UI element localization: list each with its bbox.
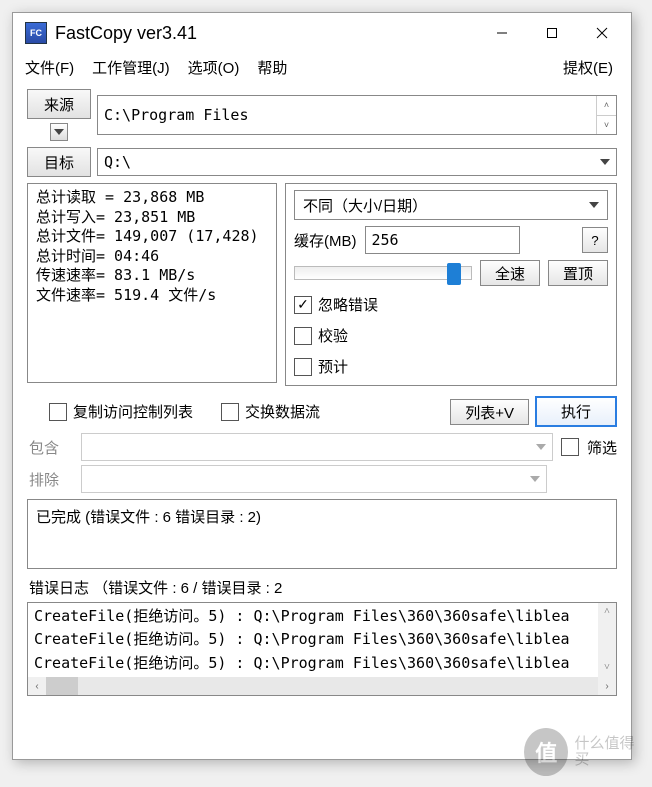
source-button[interactable]: 来源 [27, 89, 91, 119]
app-window: FC FastCopy ver3.41 文件(F) 工作管理(J) 选项(O) … [12, 12, 632, 760]
chevron-down-icon[interactable]: ˅ [596, 116, 616, 135]
ads-label: 交换数据流 [245, 401, 320, 422]
content-area: 来源 ˄˅ 目标 Q:\ 总计读取 = 23,868 MB 总计写入= 23,8… [13, 83, 631, 706]
topmost-button[interactable]: 置顶 [548, 260, 608, 286]
dest-value: Q:\ [104, 153, 131, 171]
stats-panel: 总计读取 = 23,868 MB 总计写入= 23,851 MB 总计文件= 1… [27, 183, 277, 383]
listv-button[interactable]: 列表+V [450, 399, 529, 425]
verify-label: 校验 [318, 325, 348, 346]
error-log[interactable]: CreateFile(拒绝访问。5) : Q:\Program Files\36… [28, 603, 616, 677]
exclude-label: 排除 [29, 469, 73, 490]
help-button[interactable]: ? [582, 227, 608, 253]
app-logo-icon: FC [25, 22, 47, 44]
scroll-thumb[interactable] [46, 677, 78, 695]
menu-job[interactable]: 工作管理(J) [86, 53, 182, 82]
scroll-up-icon[interactable]: ˄ [598, 603, 616, 621]
error-log-panel: CreateFile(拒绝访问。5) : Q:\Program Files\36… [27, 602, 617, 696]
menu-help[interactable]: 帮助 [251, 53, 299, 82]
ignore-err-checkbox[interactable]: ✓ [294, 296, 312, 314]
buffer-label: 缓存(MB) [294, 230, 357, 251]
chevron-down-icon [530, 476, 540, 482]
acl-label: 复制访问控制列表 [73, 401, 193, 422]
chevron-down-icon [536, 444, 546, 450]
mode-value: 不同（大小/日期） [303, 195, 427, 216]
filter-label: 筛选 [587, 437, 617, 458]
scroll-right-icon[interactable]: › [598, 677, 616, 695]
source-path-box: ˄˅ [97, 95, 617, 135]
error-line: CreateFile(拒绝访问。5) : Q:\Program Files\36… [34, 652, 610, 675]
error-line: CreateFile(拒绝访问。5) : Q:\Program Files\36… [34, 605, 610, 628]
menubar: 文件(F) 工作管理(J) 选项(O) 帮助 提权(E) [13, 53, 631, 83]
execute-button[interactable]: 执行 [535, 396, 617, 427]
include-combo[interactable] [81, 433, 553, 461]
source-history-dropdown[interactable] [50, 123, 68, 141]
scroll-left-icon[interactable]: ‹ [28, 677, 46, 695]
filter-checkbox[interactable] [561, 438, 579, 456]
speed-slider[interactable] [294, 266, 472, 280]
vertical-scrollbar[interactable]: ˄˅ [598, 603, 616, 677]
status-log: 已完成 (错误文件 : 6 错误目录 : 2) [27, 499, 617, 569]
buffer-input[interactable] [365, 226, 520, 254]
estimate-checkbox[interactable] [294, 358, 312, 376]
ignore-err-label: 忽略错误 [318, 294, 378, 315]
close-button[interactable] [577, 16, 627, 50]
chevron-up-icon[interactable]: ˄ [596, 96, 616, 116]
verify-checkbox[interactable] [294, 327, 312, 345]
menu-options[interactable]: 选项(O) [182, 53, 252, 82]
minimize-button[interactable] [477, 16, 527, 50]
chevron-down-icon [600, 159, 610, 165]
fullspeed-button[interactable]: 全速 [480, 260, 540, 286]
acl-checkbox[interactable] [49, 403, 67, 421]
horizontal-scrollbar[interactable]: ‹ › [28, 677, 616, 695]
menu-file[interactable]: 文件(F) [19, 53, 86, 82]
dest-combo[interactable]: Q:\ [97, 148, 617, 176]
source-input[interactable] [98, 96, 596, 134]
ads-checkbox[interactable] [221, 403, 239, 421]
maximize-button[interactable] [527, 16, 577, 50]
titlebar[interactable]: FC FastCopy ver3.41 [13, 13, 631, 53]
exclude-combo[interactable] [81, 465, 547, 493]
right-panel: 不同（大小/日期） 缓存(MB) ? 全速 置顶 ✓ 忽略错误 校验 预计 [285, 183, 617, 386]
menu-auth[interactable]: 提权(E) [557, 53, 625, 82]
chevron-down-icon [589, 202, 599, 208]
dest-button[interactable]: 目标 [27, 147, 91, 177]
slider-thumb-icon[interactable] [447, 263, 461, 285]
include-label: 包含 [29, 437, 73, 458]
scroll-down-icon[interactable]: ˅ [598, 659, 616, 677]
window-title: FastCopy ver3.41 [55, 23, 477, 44]
error-log-header: 错误日志 （错误文件 : 6 / 错误目录 : 2 [29, 577, 615, 598]
mode-combo[interactable]: 不同（大小/日期） [294, 190, 608, 220]
source-spin[interactable]: ˄˅ [596, 96, 616, 134]
error-line: CreateFile(拒绝访问。5) : Q:\Program Files\36… [34, 628, 610, 651]
estimate-label: 预计 [318, 356, 348, 377]
